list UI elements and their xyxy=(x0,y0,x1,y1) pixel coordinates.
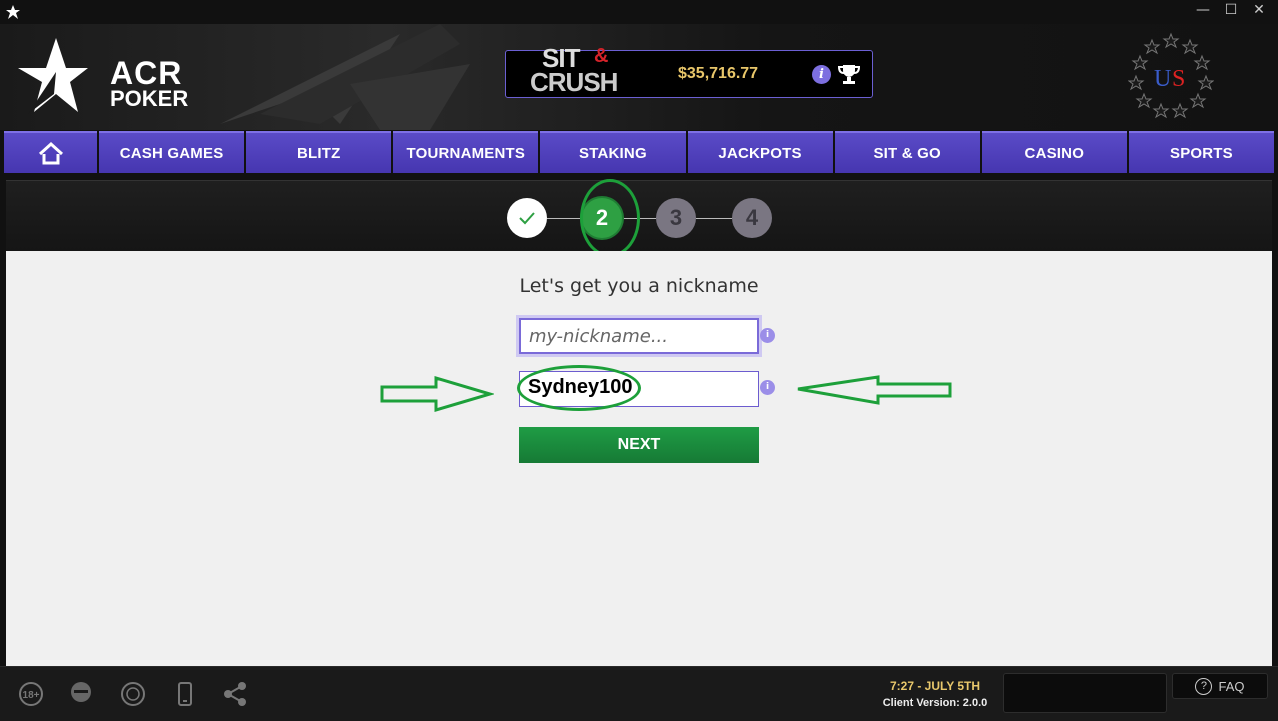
step-3: 3 xyxy=(656,198,696,238)
header: ACR POKER SIT & CRUSH $35,716.77 i U S xyxy=(0,24,1278,130)
gaming-seal-icon[interactable] xyxy=(120,681,146,707)
sit-and-crush-logo: SIT & CRUSH xyxy=(514,43,630,103)
badge-s: S xyxy=(1172,66,1185,92)
annotation-ring-step xyxy=(580,179,640,257)
client-version: Client Version: 2.0.0 xyxy=(882,697,988,709)
title-bar: — ☐ ✕ xyxy=(0,0,1278,24)
jackpot-amount: $35,716.77 xyxy=(678,65,759,82)
home-icon xyxy=(38,141,63,165)
logo-line-1: ACR xyxy=(110,55,183,91)
age-label: 18+ xyxy=(23,690,40,701)
age-18-plus-icon: 18+ xyxy=(19,682,43,706)
step-1-complete xyxy=(507,198,547,238)
trophy-icon[interactable] xyxy=(838,63,860,85)
background-arrow-decoration xyxy=(220,24,470,130)
brand-bottom: CRUSH xyxy=(530,67,618,97)
info-icon[interactable]: i xyxy=(812,65,831,84)
help-icon: ? xyxy=(1195,677,1213,695)
checkmark-icon xyxy=(519,212,535,225)
acr-poker-logo[interactable]: ACR POKER xyxy=(18,38,188,116)
acr-star-icon xyxy=(6,5,20,19)
faq-label: FAQ xyxy=(1218,678,1245,694)
nickname-input[interactable] xyxy=(521,320,757,352)
nickname-input-field[interactable] xyxy=(519,318,759,354)
minimize-button[interactable]: — xyxy=(1192,2,1214,18)
us-stars-badge: U S xyxy=(1128,32,1214,119)
form-heading: Let's get you a nickname xyxy=(519,275,759,297)
step-connector xyxy=(547,218,582,219)
nav-cash-games[interactable]: CASH GAMES xyxy=(99,131,245,173)
acr-star-logo-icon xyxy=(18,38,88,114)
step-4: 4 xyxy=(732,198,772,238)
annotation-ring-nickname xyxy=(517,365,641,411)
nav-home[interactable] xyxy=(4,131,97,173)
clock-text: 7:27 - JULY 5TH xyxy=(889,679,981,693)
nickname-form-panel: Let's get you a nickname i Sydney100 i N… xyxy=(6,251,1272,666)
info-icon[interactable]: i xyxy=(760,380,775,395)
next-button[interactable]: NEXT xyxy=(519,427,759,463)
nav-jackpots[interactable]: JACKPOTS xyxy=(687,131,833,173)
step-connector xyxy=(696,218,732,219)
info-icon[interactable]: i xyxy=(760,328,775,343)
annotation-arrow-left xyxy=(797,375,952,405)
close-button[interactable]: ✕ xyxy=(1248,2,1270,18)
nav-blitz[interactable]: BLITZ xyxy=(246,131,392,173)
nav-sit-and-go[interactable]: SIT & GO xyxy=(834,131,980,173)
maximize-button[interactable]: ☐ xyxy=(1220,2,1242,18)
logo-text: ACR POKER xyxy=(110,55,189,111)
mobile-icon[interactable] xyxy=(172,681,198,707)
main-nav: CASH GAMES BLITZ TOURNAMENTS STAKING JAC… xyxy=(4,131,1274,173)
faq-button[interactable]: ? FAQ xyxy=(1172,673,1268,699)
logo-line-2: POKER xyxy=(110,86,189,111)
sit-and-crush-promo[interactable]: SIT & CRUSH $35,716.77 i xyxy=(505,43,873,98)
annotation-arrow-right xyxy=(380,375,494,413)
nav-casino[interactable]: CASINO xyxy=(981,131,1127,173)
window-controls: — ☐ ✕ xyxy=(1192,2,1270,18)
footer-panel xyxy=(1003,673,1167,713)
badge-u: U xyxy=(1154,66,1171,92)
footer-bar: 18+ 7:27 - JULY 5TH Client Version: 2.0.… xyxy=(0,666,1278,721)
share-icon[interactable] xyxy=(222,681,248,707)
registration-stepper: 2 3 4 xyxy=(6,179,1272,257)
nav-staking[interactable]: STAKING xyxy=(540,131,686,173)
itech-labs-icon[interactable] xyxy=(68,681,94,707)
nav-tournaments[interactable]: TOURNAMENTS xyxy=(393,131,539,173)
nav-sports[interactable]: SPORTS xyxy=(1128,131,1274,173)
brand-amp: & xyxy=(594,45,609,67)
